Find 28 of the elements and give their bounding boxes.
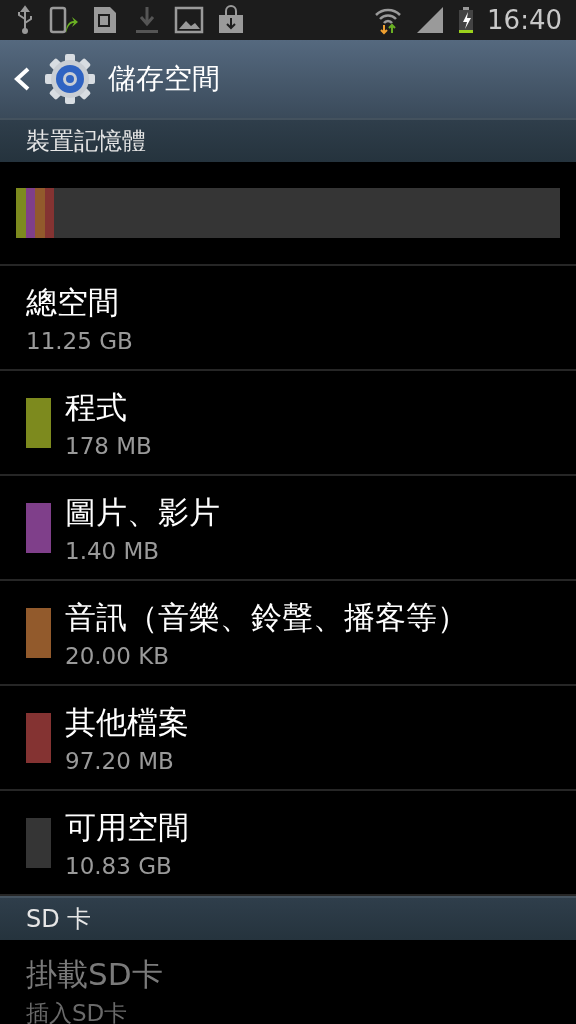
status-time: 16:40	[487, 5, 562, 35]
storage-category-row[interactable]: 程式 178 MB	[0, 371, 576, 476]
gear-icon	[44, 53, 96, 105]
category-label: 圖片、影片	[65, 492, 220, 532]
category-size: 20.00 KB	[65, 642, 171, 669]
category-label: 可用空間	[65, 807, 189, 847]
section-header: SD 卡	[0, 896, 576, 940]
category-size: 178 MB	[65, 432, 152, 459]
image-icon	[174, 5, 204, 35]
phone-upload-icon	[48, 5, 78, 35]
signal-icon	[415, 5, 446, 35]
storage-category-row[interactable]: 圖片、影片 1.40 MB	[0, 476, 576, 581]
action-hint: 插入SD卡	[26, 999, 129, 1024]
category-size: 97.20 MB	[65, 747, 175, 774]
category-size: 1.40 MB	[65, 537, 161, 564]
category-label: 音訊（音樂、鈴聲、播客等）	[65, 597, 468, 637]
storage-category-row[interactable]: 音訊（音樂、鈴聲、播客等） 20.00 KB	[0, 581, 576, 686]
section-header: 裝置記憶體	[0, 118, 576, 162]
screen-title: 儲存空間	[108, 61, 220, 97]
storage-category-row[interactable]: 其他檔案 97.20 MB	[0, 686, 576, 791]
total-label: 總空間	[26, 282, 120, 322]
battery-charging-icon	[457, 5, 476, 35]
category-label: 其他檔案	[65, 702, 189, 742]
action-label: 掛載SD卡	[26, 955, 163, 994]
category-size: 10.83 GB	[65, 852, 173, 879]
back-button[interactable]	[12, 65, 32, 93]
category-label: 程式	[65, 387, 128, 427]
total-value: 11.25 GB	[26, 327, 133, 354]
